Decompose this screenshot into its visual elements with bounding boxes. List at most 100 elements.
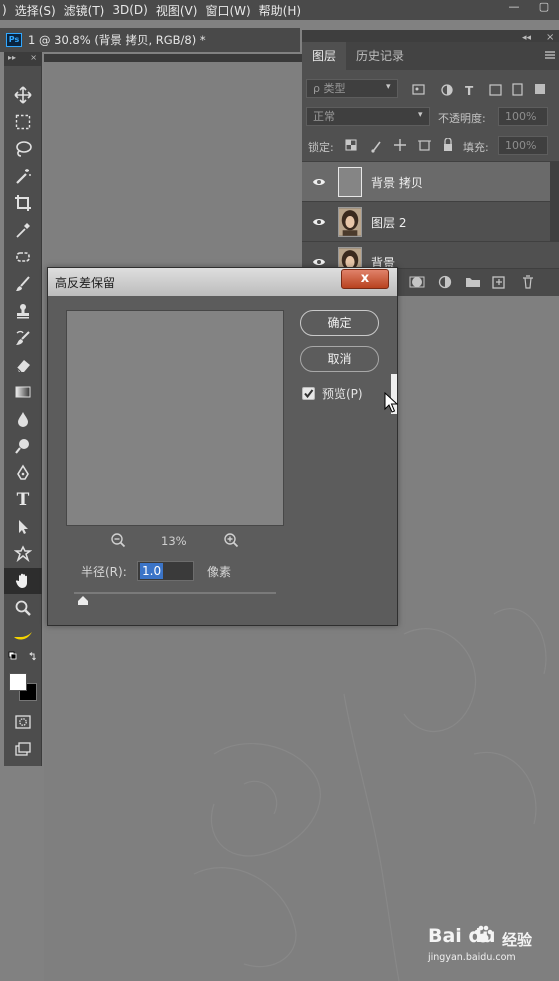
menu-item-select[interactable]: 选择(S): [15, 2, 64, 19]
swap-colors-icon[interactable]: [4, 649, 42, 667]
svg-text:T: T: [465, 84, 474, 98]
unit-label: 像素: [207, 565, 232, 579]
layer-filter-select[interactable]: ρ 类型: [306, 79, 398, 98]
zoom-in-icon[interactable]: [223, 532, 239, 548]
gradient-tool-icon[interactable]: [4, 379, 42, 405]
dialog-title: 高反差保留: [55, 276, 116, 290]
color-swatches[interactable]: [4, 670, 42, 704]
chevron-down-icon: ▾: [386, 82, 391, 92]
menu-item-partial[interactable]: ): [0, 3, 15, 17]
expand-icon[interactable]: ▸▸: [8, 53, 16, 65]
blend-mode-select[interactable]: 正常: [306, 107, 430, 126]
eye-icon[interactable]: [312, 175, 326, 189]
path-selection-tool-icon[interactable]: [4, 514, 42, 540]
clone-stamp-tool-icon[interactable]: [4, 298, 42, 324]
menu-bar: ) 选择(S) 滤镜(T) 3D(D) 视图(V) 窗口(W) 帮助(H) — …: [0, 0, 559, 20]
zoom-percent: 13%: [161, 534, 187, 548]
document-tab[interactable]: Ps 1 @ 30.8% (背景 拷贝, RGB/8) *: [0, 28, 300, 52]
document-tab-bar: Ps 1 @ 30.8% (背景 拷贝, RGB/8) *: [0, 28, 300, 52]
baidu-jingyan-watermark: Bai du 经验 jingyan.baidu.com: [428, 921, 558, 971]
layer-row-background[interactable]: 背景: [302, 241, 559, 269]
lock-icons[interactable]: [344, 138, 454, 154]
quick-mask-icon[interactable]: [4, 709, 42, 735]
ok-button[interactable]: 确定: [300, 310, 379, 336]
radius-slider-track[interactable]: [74, 592, 276, 594]
mouse-cursor-icon: [384, 392, 398, 413]
menu-item-help[interactable]: 帮助(H): [259, 2, 309, 19]
preview-checkbox[interactable]: [302, 387, 315, 400]
preview-label[interactable]: 预览(P): [322, 385, 363, 402]
dialog-body: 13% 半径(R): 1.0 像素 确定 取消 预览(P): [48, 296, 397, 625]
layer-name: 图层 2: [371, 216, 407, 230]
portrait-thumbnail: [338, 247, 362, 269]
history-brush-tool-icon[interactable]: [4, 325, 42, 351]
chevron-down-icon: ▾: [418, 110, 423, 120]
type-tool-glyph: T: [16, 490, 30, 510]
type-tool-icon[interactable]: T: [4, 487, 42, 513]
layer-filter-icons[interactable]: T: [410, 80, 550, 100]
dodge-tool-icon[interactable]: [4, 433, 42, 459]
portrait-thumbnail: [338, 207, 362, 237]
eraser-tool-icon[interactable]: [4, 352, 42, 378]
tab-history[interactable]: 历史记录: [346, 42, 414, 70]
magic-wand-tool-icon[interactable]: [4, 163, 42, 189]
menu-item-filter[interactable]: 滤镜(T): [64, 2, 113, 19]
crop-tool-icon[interactable]: [4, 190, 42, 216]
zoom-tool-icon[interactable]: [4, 595, 42, 621]
lock-label: 锁定:: [308, 141, 334, 154]
fill-input[interactable]: 100%: [498, 136, 548, 155]
svg-text:◂◂: ◂◂: [522, 33, 532, 42]
layers-panel: 图层 历史记录 ρ 类型 ▾ T 正常 ▾ 不透明度: 100% 锁定: 填充:…: [302, 42, 559, 296]
high-pass-dialog: 高反差保留 x 13% 半径(R): 1.0 像素 确定 取消 预览(P): [47, 267, 398, 626]
brush-tool-icon[interactable]: [4, 271, 42, 297]
panel-dock-header: ◂◂ ×: [302, 30, 559, 42]
tools-panel: ▸▸ × T: [4, 52, 42, 766]
layer-row-background-copy[interactable]: 背景 拷贝: [302, 161, 559, 201]
menu-item-window[interactable]: 窗口(W): [205, 2, 258, 19]
layer-thumbnail: [338, 167, 362, 197]
cancel-button[interactable]: 取消: [300, 346, 379, 372]
marquee-tool-icon[interactable]: [4, 109, 42, 135]
menu-item-3d[interactable]: 3D(D): [112, 3, 155, 17]
menu-item-view[interactable]: 视图(V): [156, 2, 206, 19]
jingyan-label: 经验: [502, 931, 533, 949]
radius-label: 半径(R):: [81, 565, 127, 579]
lasso-tool-icon[interactable]: [4, 136, 42, 162]
svg-text:×: ×: [546, 32, 554, 42]
healing-brush-tool-icon[interactable]: [4, 244, 42, 270]
zoom-out-icon[interactable]: [110, 532, 126, 548]
custom-shape-tool-icon[interactable]: [4, 541, 42, 567]
tab-layers[interactable]: 图层: [302, 42, 347, 70]
layer-name: 背景 拷贝: [371, 176, 423, 190]
maximize-button[interactable]: ▢: [529, 0, 559, 16]
opacity-input[interactable]: 100%: [498, 107, 548, 126]
radius-input[interactable]: 1.0: [137, 561, 194, 581]
radius-slider-thumb[interactable]: [77, 596, 89, 606]
close-button[interactable]: x: [341, 269, 389, 289]
hand-tool-icon[interactable]: [4, 568, 42, 594]
panel-menu-icon[interactable]: [545, 50, 555, 60]
fill-label: 填充:: [463, 141, 489, 154]
layers-scrollbar[interactable]: [550, 162, 559, 242]
screen-mode-icon[interactable]: [4, 736, 42, 762]
filter-preview[interactable]: [66, 310, 284, 526]
move-tool-icon[interactable]: [4, 82, 42, 108]
toolbar-header: ▸▸ ×: [4, 52, 41, 66]
document-title: 1 @ 30.8% (背景 拷贝, RGB/8) *: [28, 33, 206, 47]
panel-tabs: 图层 历史记录: [302, 42, 559, 70]
window-controls: — ▢: [499, 0, 559, 16]
checkmark-icon: [304, 389, 314, 399]
minimize-button[interactable]: —: [499, 0, 529, 16]
blur-tool-icon[interactable]: [4, 406, 42, 432]
foreground-color-swatch[interactable]: [9, 673, 27, 691]
pen-tool-icon[interactable]: [4, 460, 42, 486]
eye-icon[interactable]: [312, 215, 326, 229]
banana-icon[interactable]: [4, 622, 42, 648]
paw-icon: [474, 925, 493, 943]
dialog-titlebar[interactable]: 高反差保留 x: [48, 268, 397, 296]
photoshop-icon: Ps: [6, 33, 22, 47]
layer-row-layer-2[interactable]: 图层 2: [302, 201, 559, 241]
canvas-ruler-shadow: [44, 54, 302, 62]
close-icon[interactable]: ×: [30, 53, 37, 65]
eyedropper-tool-icon[interactable]: [4, 217, 42, 243]
